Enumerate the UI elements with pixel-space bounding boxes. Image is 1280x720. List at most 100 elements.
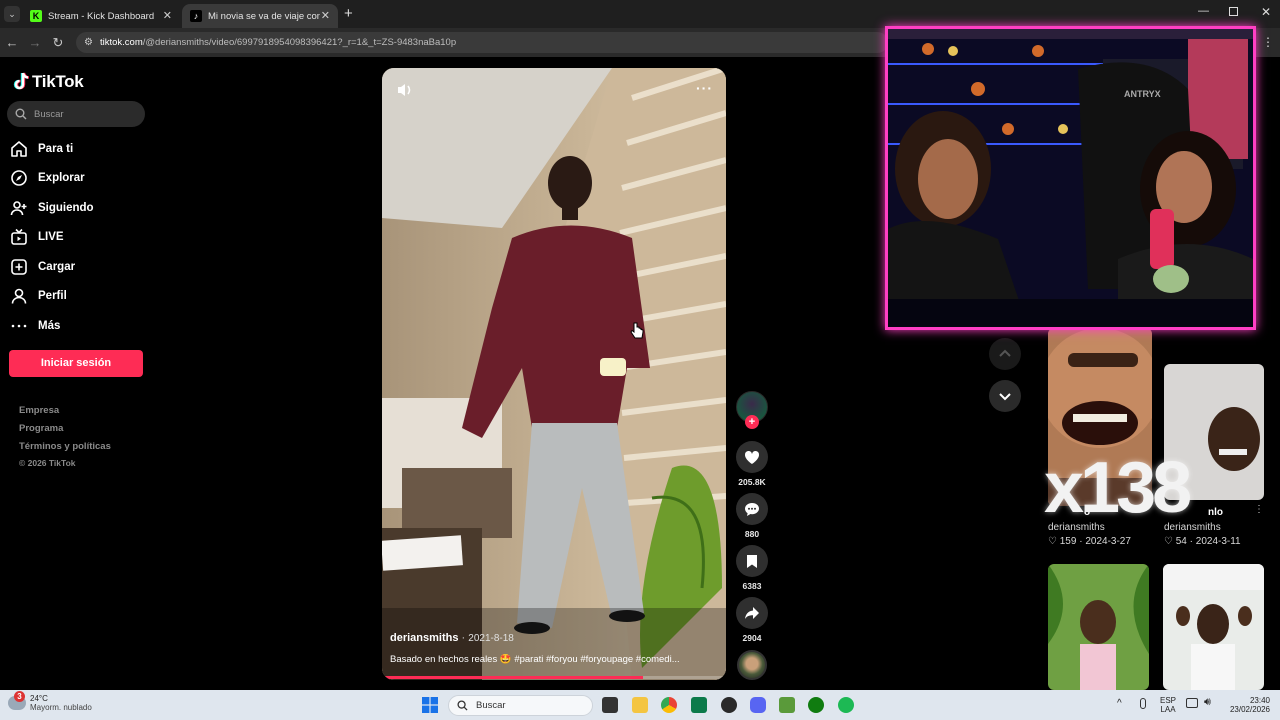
- related-stats-1: ♡ 159 · 2024-3-27: [1048, 536, 1131, 547]
- chrome-icon[interactable]: [661, 697, 677, 713]
- volume-icon[interactable]: [396, 82, 416, 98]
- footer-link-empresa[interactable]: Empresa: [19, 405, 59, 416]
- live-icon: [11, 228, 27, 245]
- spotify-icon[interactable]: [838, 697, 854, 713]
- language-code: ESP: [1160, 696, 1177, 705]
- sidebar-item-explorar[interactable]: Explorar: [10, 166, 85, 190]
- video-more-icon[interactable]: ···: [696, 80, 713, 96]
- related-title-2[interactable]: nlo: [1208, 507, 1223, 518]
- comment-count: 880: [744, 529, 760, 539]
- next-video-button[interactable]: [989, 380, 1021, 412]
- obs-icon[interactable]: [721, 697, 737, 713]
- tray-overflow-icon[interactable]: ^: [1117, 698, 1122, 709]
- weather-icon: 3: [8, 691, 26, 710]
- sidebar-item-para-ti[interactable]: Para ti: [10, 137, 73, 161]
- reload-icon[interactable]: ↻: [50, 35, 66, 51]
- taskbar-search-label: Buscar: [476, 700, 506, 711]
- search-placeholder: Buscar: [34, 108, 64, 120]
- sidebar-item-label: Siguiendo: [38, 202, 94, 214]
- sidebar-item-perfil[interactable]: Perfil: [10, 284, 67, 308]
- chevron-up-icon: [999, 349, 1011, 357]
- restore-button[interactable]: [1229, 7, 1238, 16]
- volume-tray-icon[interactable]: 🔊︎: [1204, 696, 1211, 709]
- like-button[interactable]: 205.8K: [736, 441, 768, 487]
- forward-icon[interactable]: →: [27, 35, 43, 51]
- kick-icon: K: [30, 10, 42, 22]
- language-indicator[interactable]: ESP LAA: [1160, 696, 1176, 714]
- weather-widget[interactable]: 3 24°C Mayorm. nublado: [8, 691, 92, 712]
- tiktok-logo-icon: [13, 72, 30, 90]
- video-frame: [382, 68, 726, 680]
- url-input[interactable]: ⚙ tiktok.com/@deriansmiths/video/6997918…: [76, 32, 888, 53]
- file-explorer-icon[interactable]: [632, 697, 648, 713]
- video-caption[interactable]: Basado en hechos reales 🤩 #parati #foryo…: [390, 654, 718, 665]
- search-input[interactable]: Buscar: [7, 101, 145, 127]
- search-icon: [15, 108, 27, 120]
- tab-title: Mi novia se va de viaje con su a: [208, 10, 320, 22]
- sound-avatar[interactable]: [736, 650, 768, 680]
- sidebar-item-label: Para ti: [38, 143, 74, 155]
- url-path: /@deriansmiths/video/6997918954098396421…: [142, 37, 457, 48]
- following-icon: [10, 201, 27, 216]
- new-tab-button[interactable]: +: [344, 5, 353, 22]
- related-date: 2024-3-11: [1195, 536, 1241, 547]
- site-settings-icon[interactable]: ⚙: [84, 32, 93, 53]
- share-circle: [736, 597, 768, 629]
- previous-video-button[interactable]: [989, 338, 1021, 370]
- sidebar-item-siguiendo[interactable]: Siguiendo: [10, 196, 94, 220]
- start-button[interactable]: [422, 697, 438, 713]
- related-thumbnail-3: [1048, 564, 1149, 690]
- back-icon[interactable]: ←: [4, 35, 20, 51]
- login-button[interactable]: Iniciar sesión: [9, 350, 143, 377]
- tab-tiktok-video[interactable]: ♪ Mi novia se va de viaje con su a ✕: [182, 4, 338, 28]
- taskbar: 3 24°C Mayorm. nublado Buscar ^ ESP LAA …: [0, 690, 1280, 720]
- xbox-icon[interactable]: [808, 697, 824, 713]
- keyboard-layout: LAA: [1160, 705, 1176, 714]
- video-progress-track[interactable]: [382, 676, 726, 679]
- follow-plus-icon[interactable]: +: [745, 415, 759, 429]
- profile-icon: [11, 288, 27, 304]
- tab-title: Stream - Kick Dashboard: [48, 10, 155, 22]
- comment-circle: [736, 493, 768, 525]
- author-avatar[interactable]: +: [736, 391, 768, 429]
- video-player[interactable]: ··· deriansmiths · 2021-8-18 Basado en h…: [382, 68, 726, 680]
- webcam-overlay: ANTRYX: [885, 26, 1256, 330]
- taskbar-search[interactable]: Buscar: [448, 695, 593, 716]
- related-more-icon[interactable]: ⋮: [1254, 504, 1264, 515]
- footer-link-programa[interactable]: Programa: [19, 423, 63, 434]
- close-tab-icon[interactable]: ✕: [163, 9, 172, 22]
- clock[interactable]: 23:40 23/02/2026: [1228, 696, 1270, 714]
- close-window-button[interactable]: ✕: [1261, 5, 1271, 19]
- streaming-app-icon[interactable]: [691, 697, 707, 713]
- save-button[interactable]: 6383: [736, 545, 768, 591]
- tiktok-logo[interactable]: TikTok: [12, 72, 84, 92]
- home-icon: [11, 141, 27, 157]
- related-video-4[interactable]: [1163, 564, 1264, 690]
- sidebar-item-cargar[interactable]: Cargar: [10, 255, 75, 279]
- clock-date: 23/02/2026: [1229, 705, 1270, 714]
- close-tab-icon[interactable]: ✕: [321, 9, 330, 22]
- related-video-3[interactable]: [1048, 564, 1149, 690]
- minimize-button[interactable]: —: [1198, 5, 1209, 17]
- clock-time: 23:40: [1249, 696, 1270, 705]
- menu-icon[interactable]: ⋮: [1262, 35, 1274, 49]
- comment-button[interactable]: 880: [736, 493, 768, 539]
- video-author[interactable]: deriansmiths: [390, 632, 458, 644]
- tab-kick-dashboard[interactable]: K Stream - Kick Dashboard ✕: [22, 4, 180, 28]
- task-view-icon[interactable]: [602, 697, 618, 713]
- comment-icon: [745, 502, 759, 516]
- discord-icon[interactable]: [750, 697, 766, 713]
- network-icon[interactable]: [1186, 698, 1198, 708]
- tab-list-icon[interactable]: ⌄: [4, 6, 20, 22]
- microphone-icon[interactable]: [1140, 698, 1146, 709]
- sidebar-item-label: Explorar: [38, 172, 85, 184]
- share-button[interactable]: 2904: [736, 597, 768, 643]
- footer-link-terminos[interactable]: Términos y políticas: [19, 441, 111, 452]
- video-progress-fill: [382, 676, 644, 679]
- copyright: © 2026 TikTok: [19, 458, 76, 468]
- url-host: tiktok.com: [100, 37, 143, 48]
- related-likes: 159: [1059, 536, 1077, 547]
- sidebar-item-live[interactable]: LIVE: [10, 225, 64, 249]
- minecraft-icon[interactable]: [779, 697, 795, 713]
- sidebar-item-mas[interactable]: Más: [10, 314, 60, 338]
